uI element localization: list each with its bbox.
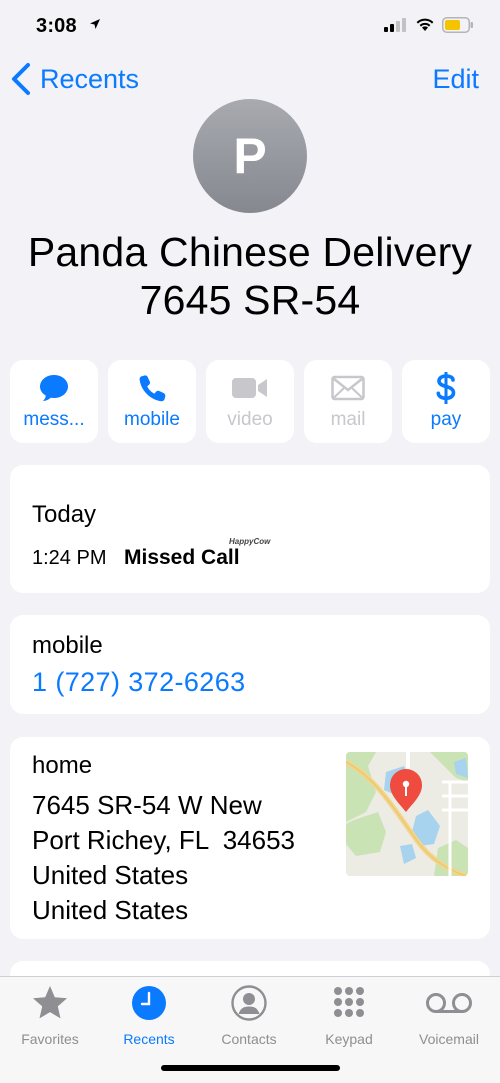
home-indicator[interactable]	[161, 1065, 340, 1071]
address-text: 7645 SR-54 W New Port Richey, FL 34653 U…	[32, 788, 295, 928]
tab-contacts[interactable]: Contacts	[199, 983, 299, 1047]
mail-action-label: mail	[330, 409, 366, 430]
message-action-button[interactable]: mess...	[10, 360, 98, 443]
back-button[interactable]: Recents	[10, 62, 139, 96]
phone-number-link[interactable]: 1 (727) 372-6263	[32, 667, 246, 698]
mail-button[interactable]: mail	[304, 360, 392, 443]
address-line: United States	[32, 895, 189, 925]
call-status: Missed Call	[124, 546, 240, 569]
tab-recents[interactable]: Recents	[99, 983, 199, 1047]
phone-card: mobile 1 (727) 372-6263	[10, 615, 490, 714]
wifi-icon	[414, 16, 436, 37]
call-history-date: Today	[32, 501, 97, 528]
tab-label: Voicemail	[419, 1031, 479, 1047]
mail-icon	[331, 372, 365, 404]
edit-button[interactable]: Edit	[432, 64, 479, 95]
video-call-button[interactable]: video	[206, 360, 294, 443]
person-circle-icon	[231, 983, 267, 1023]
back-button-label: Recents	[40, 63, 140, 94]
address-card[interactable]: home 7645 SR-54 W New Port Richey, FL 34…	[10, 737, 490, 939]
battery-icon	[442, 17, 474, 38]
pay-button[interactable]: pay	[402, 360, 490, 443]
dollar-icon	[435, 372, 457, 404]
phone-icon	[137, 372, 167, 404]
contact-name-line2: 7645 SR-54	[139, 277, 361, 323]
pay-action-label: pay	[430, 409, 462, 430]
chevron-left-icon	[12, 63, 30, 95]
location-arrow-icon	[89, 17, 101, 35]
avatar: P	[193, 99, 307, 213]
tab-label: Keypad	[325, 1031, 373, 1047]
mobile-call-button[interactable]: mobile	[108, 360, 196, 443]
contact-name: Panda Chinese Delivery 7645 SR-54	[0, 228, 500, 324]
call-time: 1:24 PM	[32, 547, 107, 569]
call-history-card: Today 1:24 PM Missed Call HappyCow	[10, 465, 490, 593]
tab-favorites[interactable]: Favorites	[0, 983, 100, 1047]
address-line: United States	[32, 860, 189, 890]
message-icon	[38, 372, 70, 404]
star-icon	[31, 983, 69, 1023]
cellular-signal-icon	[384, 18, 406, 37]
message-action-label: mess...	[23, 409, 85, 430]
mobile-action-label: mobile	[124, 409, 180, 430]
status-time: 3:08	[36, 15, 77, 37]
tab-label: Favorites	[21, 1031, 79, 1047]
address-line: 7645 SR-54 W New	[32, 790, 262, 820]
voicemail-icon	[425, 983, 473, 1023]
clock-icon	[131, 983, 167, 1023]
tab-keypad[interactable]: Keypad	[299, 983, 399, 1047]
tab-label: Contacts	[221, 1031, 277, 1047]
video-icon	[231, 372, 269, 404]
address-label: home	[32, 752, 93, 779]
tab-voicemail[interactable]: Voicemail	[399, 983, 499, 1047]
tab-label: Recents	[123, 1031, 175, 1047]
quick-actions: mess... mobile video mail pay	[10, 360, 490, 443]
contact-name-line1: Panda Chinese Delivery	[27, 229, 473, 275]
video-action-label: video	[227, 409, 273, 430]
watermark: HappyCow	[229, 537, 271, 546]
address-line: Port Richey, FL 34653	[32, 825, 296, 855]
map-thumbnail[interactable]	[346, 752, 468, 876]
status-bar: 3:08	[0, 0, 500, 52]
phone-label: mobile	[32, 632, 103, 659]
keypad-icon	[331, 983, 367, 1023]
